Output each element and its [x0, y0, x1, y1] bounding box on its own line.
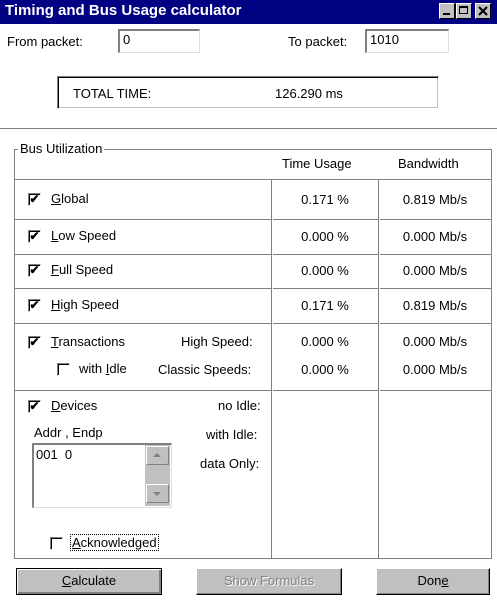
full-speed-checkbox[interactable]: ✔ — [28, 264, 41, 277]
transactions-classic-time-usage: 0.000 % — [301, 362, 349, 377]
total-time-label: TOTAL TIME: — [73, 86, 152, 101]
time-usage-header: Time Usage — [282, 156, 352, 171]
chevron-down-icon — [153, 492, 161, 496]
column-divider — [378, 180, 380, 558]
show-formulas-button[interactable]: Show Formulas — [196, 568, 342, 595]
global-checkbox[interactable]: ✔ — [28, 193, 41, 206]
high-speed-label[interactable]: High Speed — [51, 297, 119, 312]
high-speed-checkbox[interactable]: ✔ — [28, 299, 41, 312]
no-idle-label: no Idle: — [218, 398, 261, 413]
with-idle-checkbox[interactable] — [57, 363, 70, 376]
list-item[interactable]: 001 0 — [36, 447, 72, 462]
from-packet-label: From packet: — [7, 34, 83, 49]
separator — [0, 128, 497, 130]
to-packet-label: To packet: — [288, 34, 348, 49]
scroll-up-button[interactable] — [146, 446, 169, 465]
to-packet-input[interactable]: 1010 — [365, 29, 449, 53]
devices-checkbox[interactable]: ✔ — [28, 400, 41, 413]
chevron-up-icon — [153, 453, 161, 457]
done-button[interactable]: Done — [376, 568, 490, 595]
row-divider — [15, 390, 491, 392]
full-speed-time-usage: 0.000 % — [301, 263, 349, 278]
row-divider — [15, 323, 491, 325]
full-speed-bandwidth: 0.000 Mb/s — [402, 263, 468, 278]
transactions-high-bandwidth: 0.000 Mb/s — [402, 334, 468, 349]
close-icon — [478, 6, 488, 16]
global-time-usage: 0.171 % — [301, 192, 349, 207]
transactions-high-time-usage: 0.000 % — [301, 334, 349, 349]
acknowledged-checkbox[interactable] — [50, 537, 63, 550]
full-speed-label[interactable]: Full Speed — [51, 262, 113, 277]
maximize-icon — [459, 6, 468, 14]
minimize-icon — [443, 13, 450, 15]
transactions-checkbox[interactable]: ✔ — [28, 336, 41, 349]
transactions-label[interactable]: Transactions — [51, 334, 125, 349]
window-title: Timing and Bus Usage calculator — [5, 2, 242, 19]
low-speed-checkbox[interactable]: ✔ — [28, 230, 41, 243]
transactions-classic-bandwidth: 0.000 Mb/s — [402, 362, 468, 377]
row-divider — [15, 219, 491, 221]
low-speed-bandwidth: 0.000 Mb/s — [402, 229, 468, 244]
data-only-label: data Only: — [200, 456, 260, 471]
devices-label[interactable]: Devices — [51, 398, 97, 413]
high-speed-bandwidth: 0.819 Mb/s — [402, 298, 468, 313]
high-speed-time-usage: 0.171 % — [301, 298, 349, 313]
bus-utilization-title: Bus Utilization — [18, 141, 105, 156]
row-divider — [15, 288, 491, 290]
low-speed-label[interactable]: Low Speed — [51, 228, 116, 243]
row-divider — [15, 254, 491, 256]
row-divider — [15, 179, 491, 181]
low-speed-time-usage: 0.000 % — [301, 229, 349, 244]
global-bandwidth: 0.819 Mb/s — [402, 192, 468, 207]
total-time-value: 126.290 ms — [275, 86, 343, 101]
from-packet-input[interactable]: 0 — [118, 29, 200, 53]
with-idle-devices-label: with Idle: — [206, 427, 258, 442]
transactions-classic-speeds-label: Classic Speeds: — [158, 362, 252, 377]
addr-endp-label: Addr , Endp — [34, 425, 103, 440]
minimize-button[interactable] — [439, 3, 455, 19]
bandwidth-header: Bandwidth — [398, 156, 459, 171]
global-label[interactable]: Global — [51, 191, 89, 206]
column-divider — [271, 180, 273, 558]
scroll-down-button[interactable] — [146, 484, 169, 503]
close-button[interactable] — [475, 3, 491, 19]
with-idle-label[interactable]: with Idle — [79, 361, 127, 376]
maximize-button[interactable] — [456, 3, 472, 19]
acknowledged-label[interactable]: Acknowledged — [70, 534, 159, 551]
calculate-button[interactable]: Calculate — [16, 568, 162, 595]
transactions-high-speed-label: High Speed: — [181, 334, 253, 349]
